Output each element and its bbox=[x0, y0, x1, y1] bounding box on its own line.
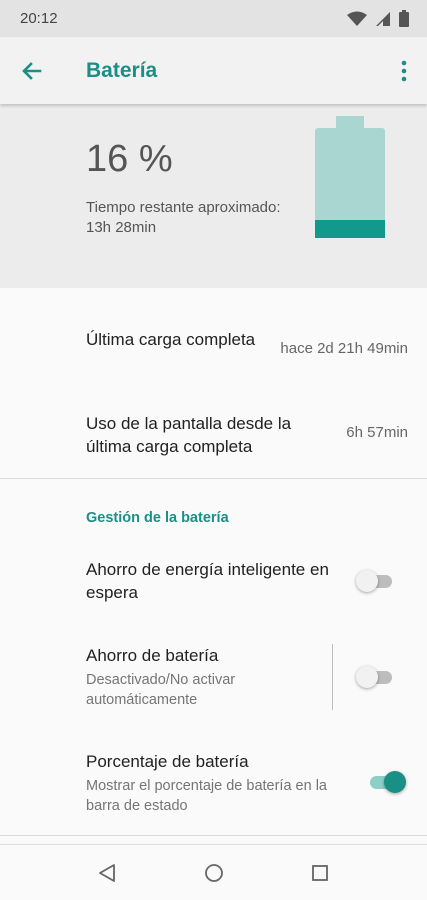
vertical-separator bbox=[332, 644, 333, 710]
app-bar: Batería bbox=[0, 37, 427, 104]
battery-summary: 16 % Tiempo restante aproximado: 13h 28m… bbox=[0, 104, 427, 288]
battery-level-graphic bbox=[315, 116, 385, 238]
battery-icon bbox=[399, 10, 409, 27]
last-full-charge-row[interactable]: Última carga completa hace 2d 21h 49min bbox=[0, 318, 427, 388]
wifi-icon bbox=[347, 11, 367, 26]
status-icons bbox=[347, 10, 409, 27]
battery-saver-subtitle: Desactivado/No activar automáticamente bbox=[86, 672, 236, 708]
battery-percentage-toggle[interactable] bbox=[366, 769, 406, 795]
smart-standby-row[interactable]: Ahorro de energía inteligente en espera bbox=[0, 550, 427, 610]
recents-square-icon[interactable] bbox=[306, 859, 334, 887]
last-full-charge-title: Última carga completa bbox=[86, 330, 256, 349]
screen-usage-row[interactable]: Uso de la pantalla desde la última carga… bbox=[0, 402, 427, 472]
home-circle-icon[interactable] bbox=[200, 859, 228, 887]
battery-remaining-label: Tiempo restante aproximado: bbox=[86, 199, 281, 216]
battery-percentage-row[interactable]: Porcentaje de batería Mostrar el porcent… bbox=[0, 742, 427, 822]
last-full-charge-value: hace 2d 21h 49min bbox=[280, 340, 408, 357]
smart-standby-toggle[interactable] bbox=[356, 568, 396, 594]
battery-saver-toggle[interactable] bbox=[356, 664, 396, 690]
screen-usage-title: Uso de la pantalla desde la última carga… bbox=[86, 414, 292, 456]
divider bbox=[0, 478, 427, 479]
smart-standby-title: Ahorro de energía inteligente en espera bbox=[86, 560, 329, 602]
battery-percentage-title: Porcentaje de batería bbox=[86, 752, 249, 771]
battery-remaining-value: 13h 28min bbox=[86, 219, 157, 236]
more-vert-icon[interactable] bbox=[397, 57, 411, 85]
battery-percent: 16 % bbox=[86, 138, 173, 180]
arrow-back-icon[interactable] bbox=[18, 57, 46, 85]
signal-icon bbox=[376, 11, 390, 26]
battery-remaining: Tiempo restante aproximado: 13h 28min bbox=[86, 198, 316, 238]
section-title-battery-management: Gestión de la batería bbox=[86, 510, 229, 526]
status-time: 20:12 bbox=[20, 10, 58, 27]
status-bar: 20:12 bbox=[0, 0, 427, 37]
page-title: Batería bbox=[86, 59, 158, 82]
screen-usage-value: 6h 57min bbox=[346, 424, 408, 441]
battery-saver-title: Ahorro de batería bbox=[86, 646, 219, 665]
battery-saver-row[interactable]: Ahorro de batería Desactivado/No activar… bbox=[0, 636, 427, 716]
back-triangle-icon[interactable] bbox=[94, 859, 122, 887]
system-nav-bar bbox=[0, 844, 427, 900]
battery-fill bbox=[315, 220, 385, 238]
battery-percentage-subtitle: Mostrar el porcentaje de batería en la b… bbox=[86, 778, 327, 814]
divider bbox=[0, 835, 427, 836]
